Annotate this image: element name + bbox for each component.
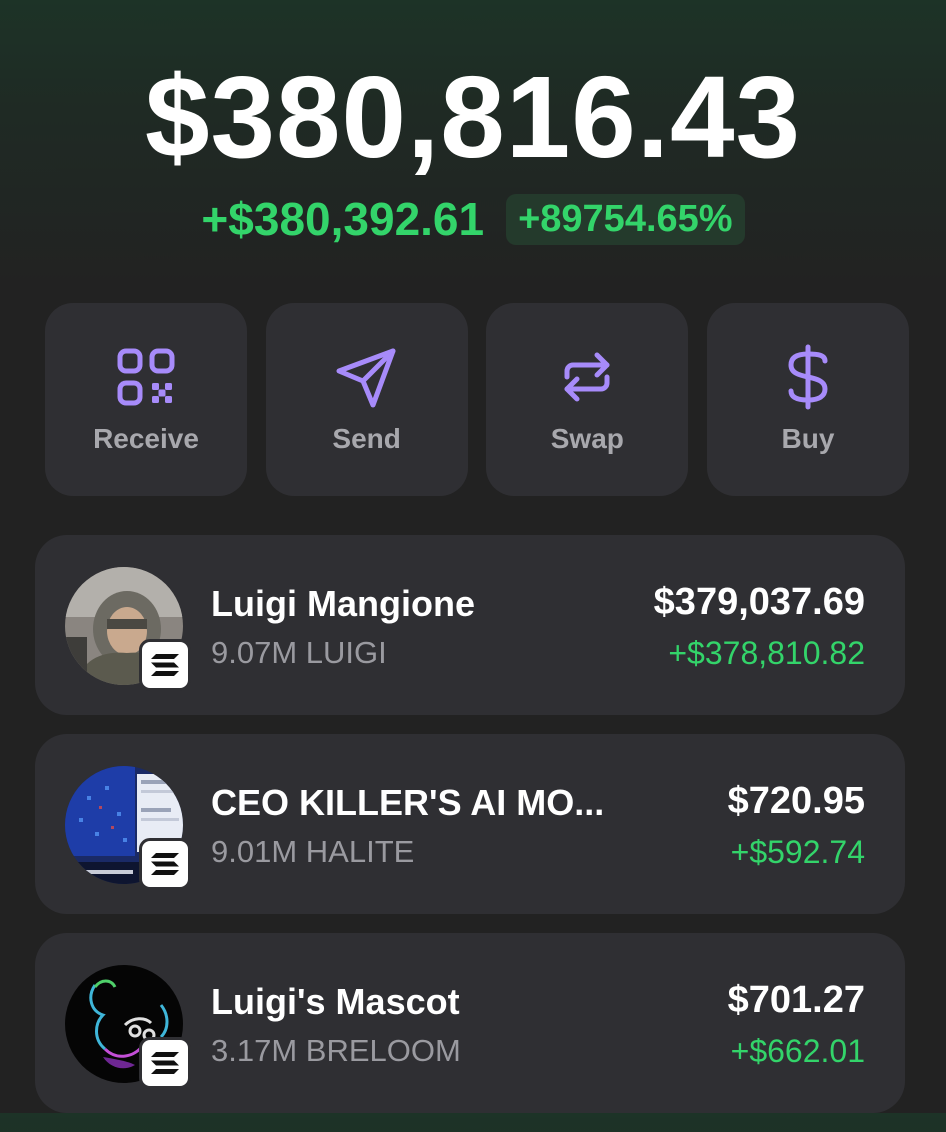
token-change: +$378,810.82: [668, 635, 865, 671]
portfolio-balance: $380,816.43: [144, 52, 802, 182]
solana-icon: [139, 838, 191, 890]
action-buttons: Receive Send Swap Buy: [45, 303, 909, 496]
portfolio-change-amount: +$380,392.61: [201, 193, 485, 245]
token-row-halite[interactable]: CEO KILLER'S AI MO... 9.01M HALITE $720.…: [35, 734, 905, 914]
receive-label: Receive: [93, 423, 199, 454]
token-row-breloom[interactable]: Luigi's Mascot 3.17M BRELOOM $701.27 +$6…: [35, 933, 905, 1113]
token-change: +$662.01: [730, 1033, 865, 1069]
swap-label: Swap: [550, 423, 624, 454]
qr-code-icon: [114, 345, 178, 409]
buy-label: Buy: [781, 423, 835, 454]
paper-plane-icon: [335, 345, 399, 409]
token-amount: 3.17M BRELOOM: [211, 1033, 461, 1068]
solana-icon: [139, 639, 191, 691]
send-button[interactable]: Send: [265, 303, 468, 496]
token-value: $379,037.69: [653, 581, 865, 623]
token-amount: 9.01M HALITE: [211, 834, 415, 869]
swap-button[interactable]: Swap: [486, 303, 689, 496]
token-value: $720.95: [727, 780, 865, 822]
token-avatar-wrap: [65, 567, 191, 691]
token-name: Luigi Mangione: [211, 583, 475, 624]
send-label: Send: [332, 423, 401, 454]
token-list: Luigi Mangione 9.07M LUIGI $379,037.69 +…: [35, 535, 905, 1132]
token-name: Luigi's Mascot: [211, 981, 460, 1022]
token-amount: 9.07M LUIGI: [211, 635, 387, 670]
token-change: +$592.74: [730, 834, 865, 870]
portfolio-change-percent: +89754.65%: [506, 193, 745, 245]
buy-button[interactable]: Buy: [706, 303, 909, 496]
token-value: $701.27: [727, 979, 865, 1021]
portfolio-change-row: +$380,392.61 +89754.65%: [0, 192, 946, 246]
token-avatar-wrap: [65, 965, 191, 1089]
token-name: CEO KILLER'S AI MO...: [211, 782, 605, 823]
receive-button[interactable]: Receive: [45, 303, 247, 496]
token-avatar-wrap: [65, 766, 191, 890]
token-row-luigi[interactable]: Luigi Mangione 9.07M LUIGI $379,037.69 +…: [35, 535, 905, 715]
solana-icon: [139, 1037, 191, 1089]
swap-arrows-icon: [555, 345, 619, 409]
dollar-icon: [776, 344, 840, 410]
